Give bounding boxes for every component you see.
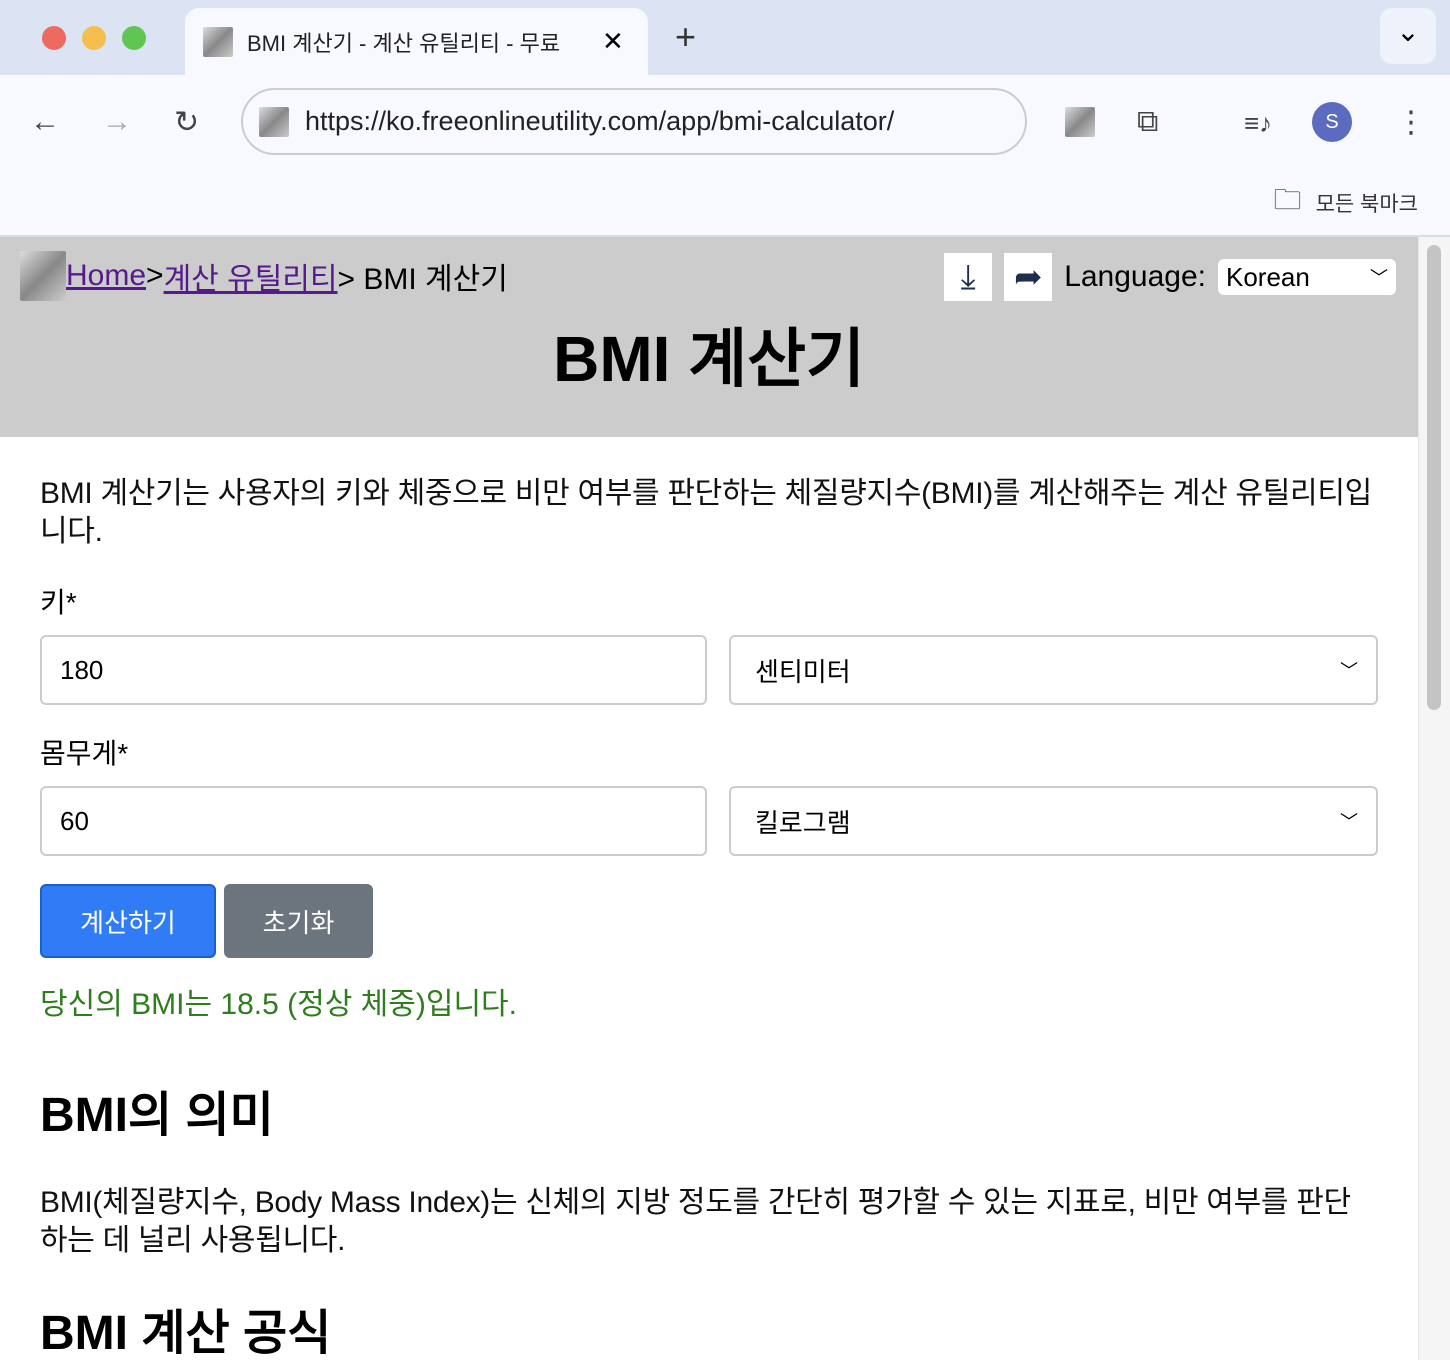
breadcrumb: Home > 계산 유틸리티 > BMI 계산기: [20, 251, 508, 301]
weight-label: 몸무게*: [40, 738, 129, 769]
calculate-button[interactable]: 계산하기: [40, 884, 216, 958]
browser-tab[interactable]: BMI 계산기 - 계산 유틸리티 - 무료 ✕: [185, 8, 648, 75]
all-bookmarks-button[interactable]: 🗀 모든 북마크: [1274, 179, 1418, 227]
height-input[interactable]: 180: [40, 635, 707, 705]
chevron-down-icon: ⌄: [1396, 16, 1420, 47]
bookmarks-label: 모든 북마크: [1315, 193, 1418, 216]
tab-title: BMI 계산기 - 계산 유틸리티 - 무료: [247, 30, 561, 56]
maximize-window-button[interactable]: [122, 26, 146, 50]
tab-bar: BMI 계산기 - 계산 유틸리티 - 무료 ✕ + ⌄: [0, 0, 1450, 75]
chevron-down-icon: ﹀: [1370, 268, 1388, 288]
reload-button[interactable]: ↻: [174, 105, 199, 140]
weight-unit-select[interactable]: 킬로그램 ﹀: [728, 786, 1378, 856]
main-content: BMI 계산기는 사용자의 키와 체중으로 비만 여부를 판단하는 체질량지수(…: [0, 437, 1418, 1358]
scrollbar-thumb[interactable]: [1427, 245, 1441, 710]
extensions-puzzle-icon[interactable]: ⧉: [1137, 105, 1158, 139]
section-text-meaning: BMI(체질량지수, Body Mass Index)는 신체의 지방 정도를 …: [40, 1186, 1351, 1257]
extension-wrench-icon[interactable]: [1065, 107, 1095, 137]
height-unit-select[interactable]: 센티미터 ﹀: [728, 635, 1378, 705]
language-select[interactable]: Korean ﹀: [1218, 259, 1396, 295]
url-text: https://ko.freeonlineutility.com/app/bmi…: [305, 106, 895, 136]
chevron-down-icon: ﹀: [1340, 661, 1358, 681]
browser-toolbar: ← → ↻ https://ko.freeonlineutility.com/a…: [0, 75, 1450, 237]
minimize-window-button[interactable]: [82, 26, 106, 50]
weight-input[interactable]: 60: [40, 786, 707, 856]
web-page: Home > 계산 유틸리티 > BMI 계산기 ⤓ ➦ Language: K…: [0, 237, 1418, 1360]
breadcrumb-home-link[interactable]: Home: [66, 259, 146, 293]
back-button[interactable]: ←: [30, 105, 60, 139]
scrollbar[interactable]: [1418, 237, 1450, 1360]
folder-icon: 🗀: [1273, 184, 1302, 215]
chevron-down-icon: ﹀: [1340, 812, 1358, 832]
breadcrumb-separator: >: [146, 259, 164, 292]
forward-button[interactable]: →: [102, 105, 132, 139]
reset-button[interactable]: 초기화: [224, 884, 373, 958]
close-window-button[interactable]: [42, 26, 66, 50]
download-icon[interactable]: ⤓: [944, 253, 993, 301]
page-title: BMI 계산기: [553, 323, 865, 395]
profile-avatar[interactable]: S: [1312, 102, 1352, 142]
language-label: Language:: [1064, 260, 1206, 293]
tab-search-button[interactable]: ⌄: [1380, 8, 1436, 64]
wrench-favicon-icon: [203, 26, 233, 57]
intro-text: BMI 계산기는 사용자의 키와 체중으로 비만 여부를 판단하는 체질량지수(…: [40, 477, 1372, 548]
height-label: 키*: [40, 587, 77, 618]
site-favicon-icon: [259, 106, 289, 137]
language-value: Korean: [1226, 261, 1310, 292]
bmi-result: 당신의 BMI는 18.5 (정상 체중)입니다.: [40, 988, 517, 1021]
media-control-icon[interactable]: ≡♪: [1244, 108, 1272, 139]
weight-value: 60: [60, 805, 89, 836]
height-unit-value: 센티미터: [754, 656, 851, 687]
section-heading-meaning: BMI의 의미: [40, 1089, 274, 1142]
new-tab-button[interactable]: +: [675, 16, 696, 58]
tab-close-icon[interactable]: ✕: [602, 26, 624, 57]
more-menu-icon[interactable]: ⋮: [1396, 105, 1426, 140]
page-header: Home > 계산 유틸리티 > BMI 계산기 ⤓ ➦ Language: K…: [0, 237, 1418, 437]
site-logo-icon: [20, 251, 66, 301]
breadcrumb-category-link[interactable]: 계산 유틸리티: [164, 254, 338, 298]
section-heading-formula: BMI 계산 공식: [40, 1307, 332, 1360]
breadcrumb-current: > BMI 계산기: [337, 263, 508, 296]
header-tools: ⤓ ➦ Language: Korean ﹀: [944, 253, 1396, 301]
share-icon[interactable]: ➦: [1004, 253, 1053, 301]
address-bar[interactable]: https://ko.freeonlineutility.com/app/bmi…: [241, 88, 1027, 155]
height-value: 180: [60, 654, 104, 685]
avatar-letter: S: [1325, 110, 1339, 133]
weight-unit-value: 킬로그램: [754, 807, 851, 838]
